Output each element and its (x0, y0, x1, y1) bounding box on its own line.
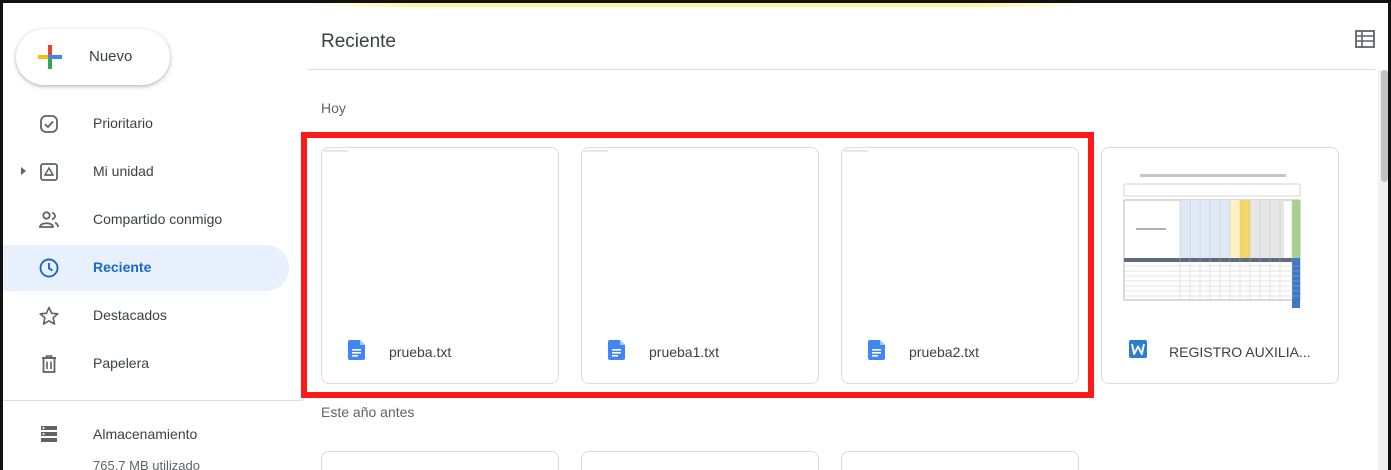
sidebar-divider (3, 400, 303, 401)
file-name: prueba.txt (389, 344, 452, 360)
card-preview-edge (584, 150, 608, 152)
card-preview-edge (844, 150, 868, 152)
storage-used-text: 765,7 MB utilizado (93, 458, 200, 470)
file-card-footer: REGISTRO AUXILIA... (1102, 325, 1338, 383)
sidebar-item-label: Reciente (93, 259, 152, 275)
scrollbar-thumb[interactable] (1381, 70, 1388, 182)
file-card[interactable]: prueba2.txt (841, 147, 1079, 384)
file-card[interactable]: prueba1.txt (581, 147, 819, 384)
file-card[interactable]: prueba.txt (321, 147, 559, 384)
sidebar-item-mi-unidad[interactable]: Mi unidad (3, 149, 289, 195)
header-divider (308, 69, 1375, 70)
file-name: prueba1.txt (649, 344, 720, 360)
sidebar: Nuevo Prioritario Mi unidad Compartido c… (3, 3, 303, 470)
star-icon (39, 306, 59, 325)
priority-check-icon (40, 115, 58, 133)
file-card-footer: prueba1.txt (582, 325, 818, 383)
storage-icon (41, 426, 57, 442)
google-doc-icon (868, 340, 885, 360)
sidebar-item-label: Destacados (93, 307, 167, 323)
drive-window: Nuevo Prioritario Mi unidad Compartido c… (0, 0, 1391, 470)
card-preview-edge (324, 150, 348, 152)
google-doc-icon (608, 340, 625, 360)
new-button-label: Nuevo (89, 48, 133, 65)
file-name: prueba2.txt (909, 344, 980, 360)
sidebar-item-compartido[interactable]: Compartido conmigo (3, 197, 289, 243)
sidebar-item-label: Papelera (93, 355, 150, 371)
file-card[interactable] (841, 451, 1079, 470)
new-button[interactable]: Nuevo (16, 29, 170, 85)
spreadsheet-thumbnail (1120, 160, 1304, 308)
my-drive-icon (40, 163, 58, 181)
section-label-earlier-this-year: Este año antes (321, 404, 415, 420)
plus-icon (38, 45, 62, 69)
page-title: Reciente (321, 31, 396, 52)
file-name: REGISTRO AUXILIA... (1169, 344, 1311, 360)
sidebar-item-papelera[interactable]: Papelera (3, 341, 289, 387)
sidebar-item-reciente[interactable]: Reciente (3, 245, 289, 291)
sidebar-item-label: Prioritario (93, 115, 153, 131)
file-card[interactable] (581, 451, 819, 470)
trash-icon (42, 355, 56, 373)
sidebar-item-label: Compartido conmigo (93, 211, 223, 227)
section-label-today: Hoy (321, 100, 346, 116)
google-doc-icon (348, 340, 365, 360)
list-view-icon[interactable] (1355, 30, 1375, 48)
shared-people-icon (39, 211, 59, 228)
file-card-footer: prueba2.txt (842, 325, 1078, 383)
expand-caret-icon[interactable] (18, 165, 28, 177)
scrollbar[interactable] (1378, 70, 1388, 470)
clock-icon (39, 258, 59, 278)
file-card[interactable]: REGISTRO AUXILIA... (1101, 147, 1339, 384)
sidebar-item-prioritario[interactable]: Prioritario (3, 101, 289, 147)
file-card[interactable] (321, 451, 559, 470)
file-card-footer: prueba.txt (322, 325, 558, 383)
storage-label[interactable]: Almacenamiento (93, 426, 197, 442)
word-icon (1129, 340, 1147, 358)
sidebar-item-destacados[interactable]: Destacados (3, 293, 289, 339)
sidebar-item-label: Mi unidad (93, 163, 154, 179)
